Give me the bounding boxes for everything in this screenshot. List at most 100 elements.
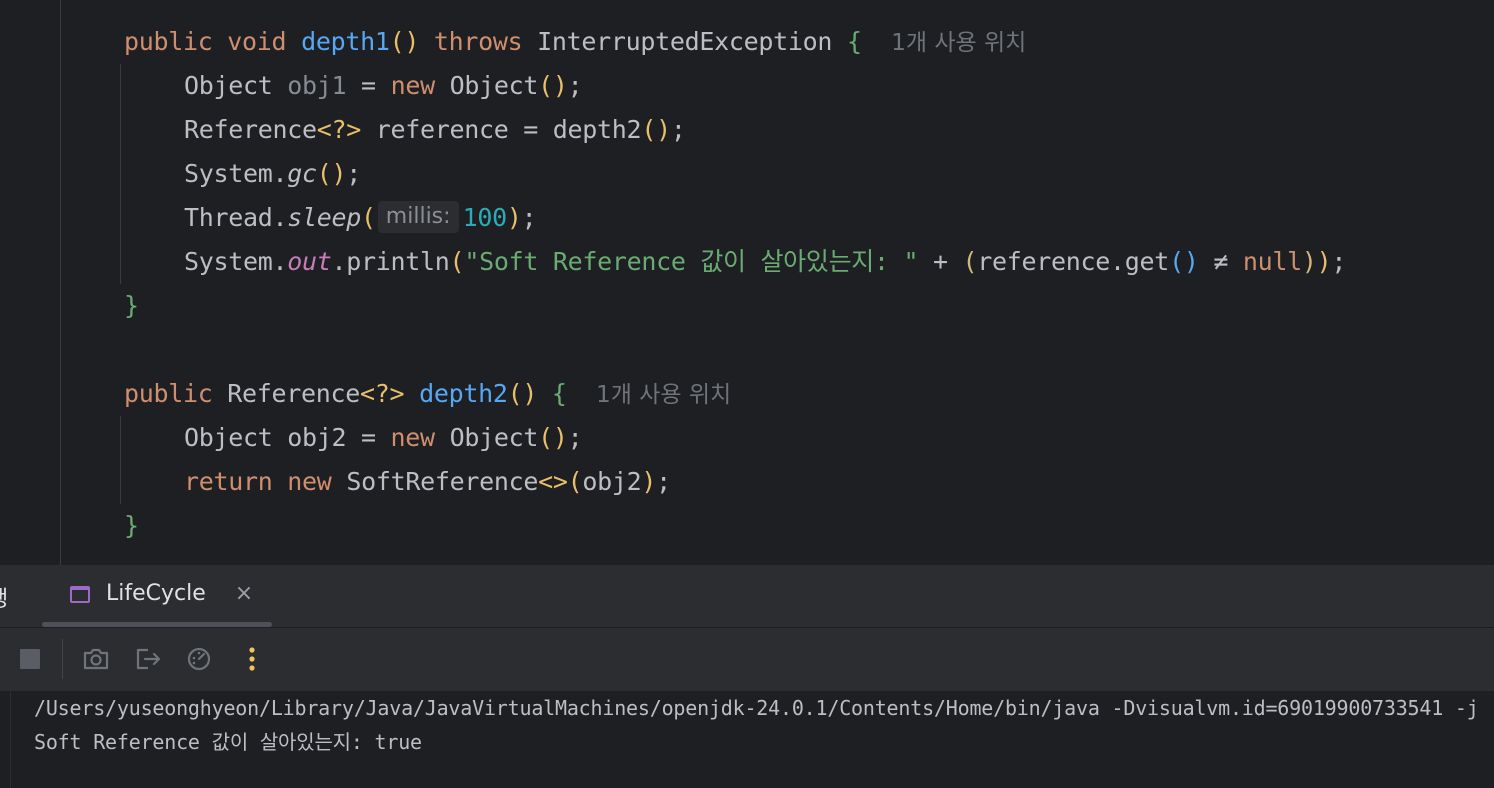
stop-button[interactable] [12, 641, 48, 677]
code-text: obj2 [582, 467, 642, 496]
console-line: Soft Reference 값이 살아있는지: true [34, 730, 422, 754]
tab-lifecycle[interactable]: LifeCycle × [42, 565, 272, 627]
class-name: Reference [227, 379, 361, 408]
tab-label: LifeCycle [106, 581, 206, 606]
paren: () [641, 115, 671, 144]
class-name: Object [184, 71, 273, 100]
semicolon: ; [567, 71, 583, 100]
keyword: new [287, 467, 332, 496]
code-editor[interactable]: public void depth1() throws InterruptedE… [0, 0, 1494, 565]
generic-brackets: <?> [360, 379, 405, 408]
code-line[interactable]: return new SoftReference<>(obj2); [184, 460, 671, 504]
method-name: depth1 [301, 27, 390, 56]
generic-brackets: <?> [316, 115, 362, 144]
toolbar-separator [62, 639, 63, 679]
usage-hint[interactable]: 1개 사용 위치 [596, 382, 731, 408]
number-literal: 100 [462, 203, 508, 232]
paren: ( [567, 467, 583, 496]
class-name: SoftReference [346, 467, 539, 496]
operator: ≠ [1198, 247, 1243, 276]
keyword: new [390, 71, 436, 100]
code-line[interactable]: } [124, 284, 139, 328]
class-name: Thread. [184, 203, 288, 232]
console-output[interactable]: /Users/yuseonghyeon/Library/Java/JavaVir… [0, 691, 1494, 788]
console-gutter [10, 691, 11, 788]
paren: ) [641, 467, 657, 496]
exit-button[interactable] [130, 641, 166, 677]
paren: () [316, 159, 347, 188]
camera-icon [83, 648, 109, 670]
paren: ) [506, 203, 522, 232]
method-call: .println [331, 247, 450, 276]
tab-bar: 행 LifeCycle × [0, 565, 1494, 628]
code-text: reference = depth2 [361, 115, 642, 144]
close-icon[interactable]: × [232, 579, 256, 609]
keyword: return [184, 467, 273, 496]
semicolon: ; [521, 203, 537, 232]
more-vertical-icon [249, 647, 255, 671]
class-name: System. [184, 247, 288, 276]
class-name: InterruptedException [537, 27, 833, 56]
run-toolbar [0, 627, 1494, 691]
console-line: /Users/yuseonghyeon/Library/Java/JavaVir… [34, 696, 1479, 720]
paren: () [538, 71, 568, 100]
code-line-depth1-signature[interactable]: public void depth1() throws InterruptedE… [124, 20, 1026, 64]
paren: ( [449, 247, 465, 276]
paren: ( [962, 247, 978, 276]
class-name: Object [449, 423, 539, 452]
code-line[interactable]: Thread.sleep(millis: 100); [184, 196, 537, 240]
code-line[interactable]: Object obj1 = new Object(); [184, 64, 583, 108]
usage-hint[interactable]: 1개 사용 위치 [891, 30, 1026, 56]
indent-guide [120, 416, 121, 504]
stop-icon [20, 649, 40, 669]
code-line[interactable]: System.gc(); [184, 152, 361, 196]
more-options-button[interactable] [234, 641, 270, 677]
code-line[interactable]: Reference<?> reference = depth2(); [184, 108, 686, 152]
operator: = [346, 71, 391, 100]
class-name: System. [184, 159, 288, 188]
paren: ) [404, 27, 420, 56]
screenshot-button[interactable] [78, 641, 114, 677]
static-method: gc [287, 159, 317, 188]
semicolon: ; [670, 115, 686, 144]
semicolon: ; [656, 467, 671, 496]
keyword: void [227, 27, 287, 56]
code-line[interactable]: System.out.println("Soft Reference 값이 살아… [184, 240, 1346, 284]
keyword: new [390, 423, 436, 452]
dashboard-icon [187, 647, 211, 671]
brace: } [124, 291, 139, 320]
paren: () [538, 423, 568, 452]
editor-gutter-divider [60, 0, 61, 565]
keyword: public [124, 27, 213, 56]
parameter-hint: millis: [377, 201, 459, 233]
paren: ) [1301, 247, 1317, 276]
profiler-button[interactable] [181, 641, 217, 677]
brace: } [124, 511, 139, 540]
string-literal: "Soft Reference 값이 살아있는지: " [464, 247, 919, 276]
paren: () [1169, 247, 1199, 276]
method-name: depth2 [419, 379, 508, 408]
code-line-depth2-signature[interactable]: public Reference<?> depth2() { 1개 사용 위치 [124, 372, 731, 416]
operator: + [918, 247, 963, 276]
static-method: sleep [287, 203, 362, 232]
paren: ( [389, 27, 405, 56]
class-name: Object [184, 423, 273, 452]
semicolon: ; [1331, 247, 1347, 276]
static-field: out [287, 247, 332, 276]
indent-guide [120, 64, 121, 284]
run-tool-window: 행 LifeCycle × [0, 565, 1494, 788]
method-call: reference.get [977, 247, 1170, 276]
semicolon: ; [567, 423, 583, 452]
generic-brackets: <> [538, 467, 568, 496]
class-name: Object [449, 71, 539, 100]
window-icon [70, 586, 90, 603]
code-line[interactable]: } [124, 504, 139, 548]
paren: ) [1316, 247, 1332, 276]
exit-icon [136, 648, 161, 670]
tool-window-title-cutoff: 행 [0, 581, 8, 613]
semicolon: ; [346, 159, 362, 188]
brace: { [551, 379, 567, 408]
code-line[interactable]: Object obj2 = new Object(); [184, 416, 583, 460]
keyword: null [1242, 247, 1302, 276]
class-name: Reference [184, 115, 317, 144]
